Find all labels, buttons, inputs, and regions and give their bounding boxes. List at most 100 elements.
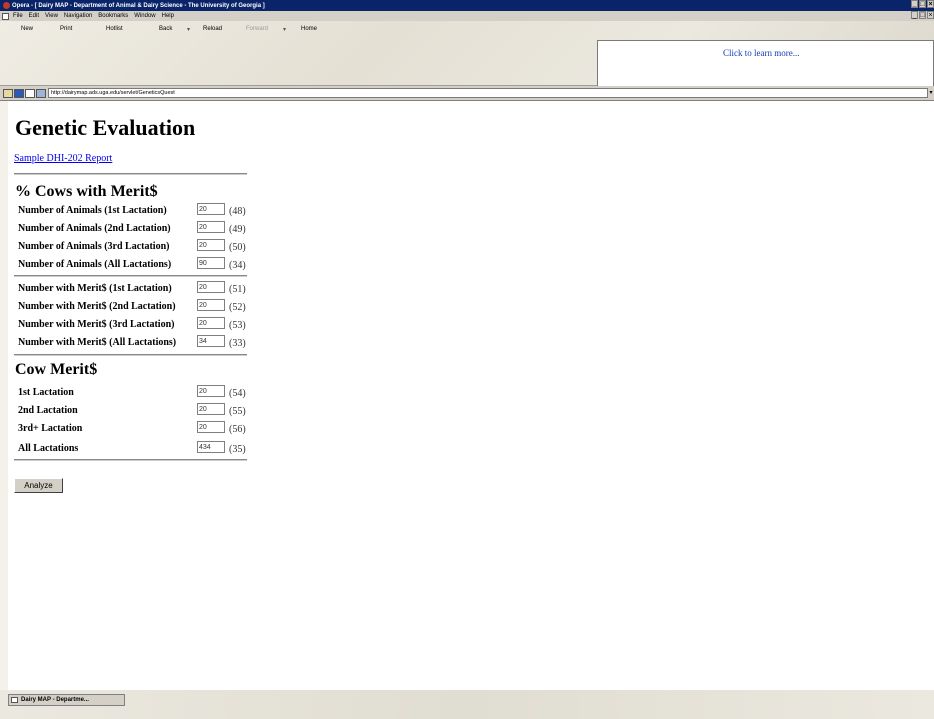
form-row: Number with Merit$ (All Lactations) (33)	[18, 335, 258, 349]
section-heading-cows-with-merit: % Cows with Merit$	[15, 183, 158, 200]
field-label: 2nd Lactation	[18, 405, 78, 416]
field-code: (49)	[229, 224, 246, 235]
field-label: Number of Animals (1st Lactation)	[18, 205, 167, 216]
doc-restore-button[interactable]: □	[919, 11, 926, 19]
form-row: Number of Animals (All Lactations) (34)	[18, 257, 258, 271]
animals-3rd-lactation-input[interactable]	[197, 239, 225, 251]
analyze-button[interactable]: Analyze	[14, 478, 63, 493]
animals-2nd-lactation-input[interactable]	[197, 221, 225, 233]
divider	[14, 459, 247, 461]
menu-help[interactable]: Help	[162, 13, 174, 19]
toolbar: New Print Hotlist Back ▾ Reload Forward …	[0, 21, 934, 102]
document-icon	[2, 12, 9, 20]
field-label: 3rd+ Lactation	[18, 423, 83, 434]
cow-merit-all-lactations-input[interactable]	[197, 441, 225, 453]
form-row: Number with Merit$ (3rd Lactation) (53)	[18, 317, 258, 331]
animals-all-lactations-input[interactable]	[197, 257, 225, 269]
doc-minimize-button[interactable]: _	[911, 11, 918, 19]
animals-1st-lactation-input[interactable]	[197, 203, 225, 215]
field-code: (48)	[229, 206, 246, 217]
sample-report-link[interactable]: Sample DHI-202 Report	[14, 153, 112, 164]
form-row: Number with Merit$ (1st Lactation) (51)	[18, 281, 258, 295]
field-code: (34)	[229, 260, 246, 271]
merit-1st-lactation-input[interactable]	[197, 281, 225, 293]
home-button[interactable]: Home	[301, 26, 317, 32]
doc-close-button[interactable]: ×	[927, 11, 934, 19]
merit-all-lactations-input[interactable]	[197, 335, 225, 347]
form-row: Number of Animals (2nd Lactation) (49)	[18, 221, 258, 235]
back-history-dropdown-icon[interactable]: ▾	[187, 26, 190, 33]
field-code: (50)	[229, 242, 246, 253]
maximize-button[interactable]: □	[919, 0, 926, 8]
form-row: 3rd+ Lactation (56)	[18, 421, 258, 435]
close-button[interactable]: ×	[927, 0, 934, 8]
page-info-icon[interactable]	[14, 89, 24, 98]
form-row: Number of Animals (3rd Lactation) (50)	[18, 239, 258, 253]
menu-file[interactable]: File	[13, 13, 23, 19]
forward-button[interactable]: Forward	[246, 26, 268, 32]
field-code: (51)	[229, 284, 246, 295]
address-bar: http://dairymap.ads.uga.edu/servlet/Gene…	[0, 86, 934, 101]
field-label: Number of Animals (3rd Lactation)	[18, 241, 170, 252]
menu-edit[interactable]: Edit	[29, 13, 39, 19]
field-code: (33)	[229, 338, 246, 349]
menu-bar: File Edit View Navigation Bookmarks Wind…	[0, 11, 934, 21]
menu-bookmarks[interactable]: Bookmarks	[98, 13, 128, 19]
divider	[14, 275, 247, 277]
menu-view[interactable]: View	[45, 13, 58, 19]
form-row: All Lactations (35)	[18, 441, 258, 455]
field-code: (52)	[229, 302, 246, 313]
field-label: Number with Merit$ (1st Lactation)	[18, 283, 172, 294]
divider	[14, 173, 247, 175]
field-label: Number with Merit$ (2nd Lactation)	[18, 301, 176, 312]
cow-merit-3rd-lactation-input[interactable]	[197, 421, 225, 433]
print-button[interactable]: Print	[60, 26, 72, 32]
print-page-icon[interactable]	[36, 89, 46, 98]
field-label: All Lactations	[18, 443, 79, 454]
window-title: Opera - [ Dairy MAP - Department of Anim…	[12, 2, 265, 9]
url-input[interactable]: http://dairymap.ads.uga.edu/servlet/Gene…	[48, 88, 928, 98]
back-button[interactable]: Back	[159, 26, 172, 32]
field-code: (56)	[229, 424, 246, 435]
window-title-bar: Opera - [ Dairy MAP - Department of Anim…	[0, 0, 934, 11]
minimize-button[interactable]: _	[911, 0, 918, 8]
field-label: Number with Merit$ (3rd Lactation)	[18, 319, 175, 330]
url-dropdown-icon[interactable]: ▾	[928, 88, 934, 98]
menu-navigation[interactable]: Navigation	[64, 13, 92, 19]
status-bar: Dairy MAP - Departme...	[0, 690, 934, 719]
field-label: 1st Lactation	[18, 387, 74, 398]
reload-button[interactable]: Reload	[203, 26, 222, 32]
merit-2nd-lactation-input[interactable]	[197, 299, 225, 311]
form-row: 1st Lactation (54)	[18, 385, 258, 399]
security-lock-icon[interactable]	[3, 89, 13, 98]
page-content: Genetic Evaluation Sample DHI-202 Report…	[8, 101, 934, 690]
form-row: 2nd Lactation (55)	[18, 403, 258, 417]
divider	[14, 354, 247, 356]
bookmark-page-icon[interactable]	[25, 89, 35, 98]
page-title: Genetic Evaluation	[15, 115, 196, 140]
field-label: Number of Animals (All Lactations)	[18, 259, 172, 270]
menu-window[interactable]: Window	[134, 13, 155, 19]
ad-link[interactable]: Click to learn more...	[723, 48, 799, 58]
new-button[interactable]: New	[21, 26, 33, 32]
field-label: Number with Merit$ (All Lactations)	[18, 337, 177, 348]
window-controls: _ □ ×	[910, 0, 934, 8]
hotlist-button[interactable]: Hotlist	[106, 26, 123, 32]
field-code: (53)	[229, 320, 246, 331]
form-row: Number of Animals (1st Lactation) (48)	[18, 203, 258, 217]
opera-logo-icon	[3, 2, 10, 9]
merit-3rd-lactation-input[interactable]	[197, 317, 225, 329]
field-label: Number of Animals (2nd Lactation)	[18, 223, 171, 234]
page-tab-label: Dairy MAP - Departme...	[21, 697, 89, 703]
field-code: (35)	[229, 444, 246, 455]
page-tab[interactable]: Dairy MAP - Departme...	[8, 694, 125, 706]
cow-merit-2nd-lactation-input[interactable]	[197, 403, 225, 415]
page-icon	[11, 697, 18, 703]
section-heading-cow-merit: Cow Merit$	[15, 361, 98, 378]
cow-merit-1st-lactation-input[interactable]	[197, 385, 225, 397]
form-row: Number with Merit$ (2nd Lactation) (52)	[18, 299, 258, 313]
document-window-controls: _ □ ×	[910, 11, 934, 19]
field-code: (54)	[229, 388, 246, 399]
field-code: (55)	[229, 406, 246, 417]
forward-history-dropdown-icon[interactable]: ▾	[283, 26, 286, 33]
